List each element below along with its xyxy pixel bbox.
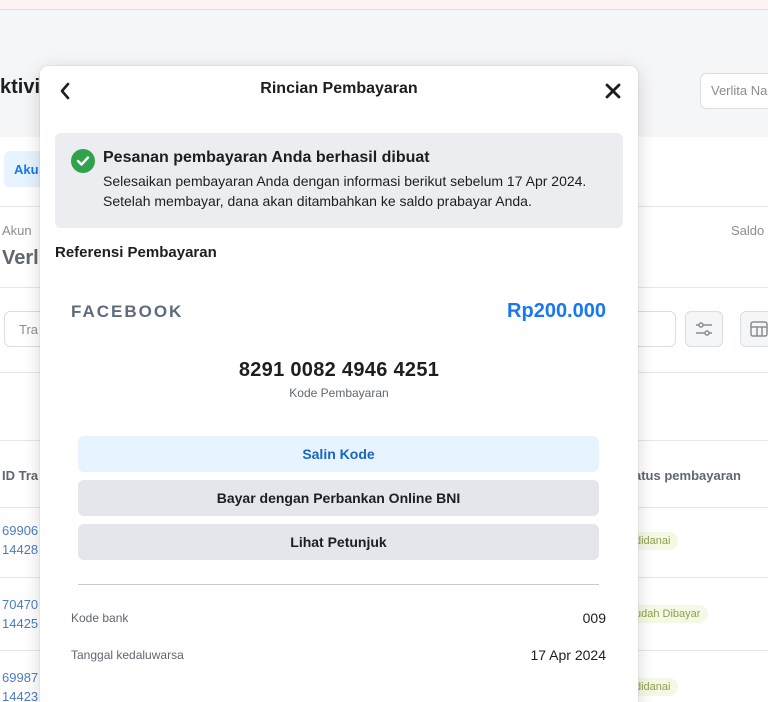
payment-code-label: Kode Pembayaran bbox=[289, 386, 389, 400]
payment-reference-heading: Referensi Pembayaran bbox=[55, 244, 217, 261]
columns-button[interactable] bbox=[740, 311, 768, 347]
expiry-date-label: Tanggal kedaluwarsa bbox=[71, 648, 184, 662]
balance-label: Saldo bbox=[731, 223, 765, 238]
account-select[interactable]: Verlita Na bbox=[700, 73, 768, 109]
notice-body: Selesaikan pembayaran Anda dengan inform… bbox=[103, 173, 587, 209]
table-header-status[interactable]: atus pembayaran bbox=[634, 468, 741, 483]
account-name: Verl bbox=[2, 247, 39, 269]
bank-code-label: Kode bank bbox=[71, 611, 129, 625]
account-label: Akun bbox=[2, 223, 32, 238]
modal-title: Rincian Pembayaran bbox=[260, 80, 418, 97]
expiry-date-value: 17 Apr 2024 bbox=[530, 647, 606, 663]
payment-amount: Rp200.000 bbox=[507, 300, 606, 322]
success-notice: Pesanan pembayaran Anda berhasil dibuat … bbox=[55, 133, 623, 228]
divider bbox=[78, 584, 599, 585]
filter-icon bbox=[696, 322, 712, 336]
status-badge: udah Dibayar bbox=[627, 605, 709, 623]
payment-details-modal: Rincian Pembayaran Pesanan pembayaran An… bbox=[40, 66, 638, 702]
check-circle-icon bbox=[71, 149, 95, 173]
table-columns-icon bbox=[750, 321, 768, 337]
filter-button[interactable] bbox=[685, 311, 723, 347]
table-row-id[interactable]: 69906 14428 bbox=[2, 521, 38, 559]
copy-code-button[interactable]: Salin Kode bbox=[78, 436, 599, 472]
close-icon bbox=[605, 83, 621, 99]
merchant-name: FACEBOOK bbox=[71, 302, 184, 321]
page-title: ktivi bbox=[0, 76, 41, 98]
pay-online-banking-button[interactable]: Bayar dengan Perbankan Online BNI bbox=[78, 480, 599, 516]
view-guide-button[interactable]: Lihat Petunjuk bbox=[78, 524, 599, 560]
table-row-id[interactable]: 70470 14425 bbox=[2, 595, 38, 633]
bank-code-value: 009 bbox=[582, 610, 606, 626]
top-banner-strip bbox=[0, 0, 768, 10]
table-header-id[interactable]: ID Tra bbox=[2, 468, 38, 483]
table-row-id[interactable]: 69987 14423 bbox=[2, 668, 38, 702]
close-button[interactable] bbox=[600, 80, 626, 102]
payment-code: 8291 0082 4946 4251 bbox=[238, 359, 440, 381]
notice-title: Pesanan pembayaran Anda berhasil dibuat bbox=[103, 149, 430, 166]
